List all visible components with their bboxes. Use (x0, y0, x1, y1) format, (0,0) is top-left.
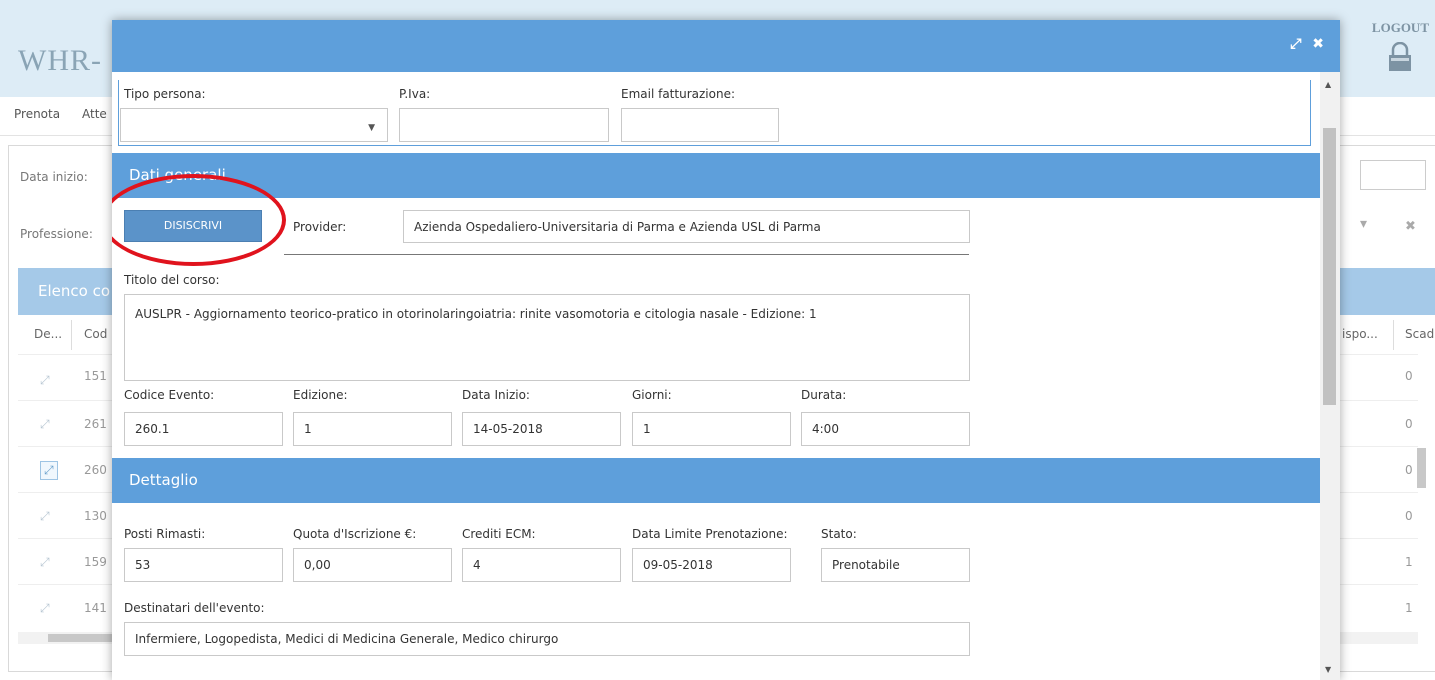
expand-icon[interactable]: ⤢ (40, 373, 50, 388)
scroll-up-arrow-icon[interactable]: ▲ (1325, 80, 1331, 89)
nav-prenota[interactable]: Prenota (14, 107, 60, 121)
durata-value: 4:00 (812, 422, 839, 436)
quota-iscrizione-label: Quota d'Iscrizione €: (293, 527, 417, 541)
email-fatturazione-label: Email fatturazione: (621, 87, 735, 101)
row-value: 0 (1405, 463, 1413, 477)
crediti-ecm-label: Crediti ECM: (462, 527, 536, 541)
edizione-label: Edizione: (293, 388, 348, 402)
provider-field: Azienda Ospedaliero-Universitaria di Par… (403, 210, 970, 243)
posti-rimasti-value: 53 (135, 558, 151, 572)
tipo-persona-label: Tipo persona: (124, 87, 206, 101)
stato-field: Prenotabile (821, 548, 970, 582)
destinatari-label: Destinatari dell'evento: (124, 601, 265, 615)
row-value: 1 (1405, 555, 1413, 569)
column-header-scadenza[interactable]: Scad (1405, 327, 1434, 341)
titolo-corso-field: AUSLPR - Aggiornamento teorico-pratico i… (124, 294, 970, 381)
giorni-label: Giorni: (632, 388, 672, 402)
codice-evento-value: 260.1 (135, 422, 170, 436)
provider-value: Azienda Ospedaliero-Universitaria di Par… (414, 220, 821, 234)
chevron-down-icon[interactable]: ▾ (1360, 216, 1367, 232)
row-code: 151 (84, 369, 107, 383)
durata-label: Durata: (801, 388, 847, 402)
row-value: 0 (1405, 369, 1413, 383)
dettaglio-title: Dettaglio (129, 471, 198, 489)
stato-label: Stato: (821, 527, 857, 541)
quota-iscrizione-value: 0,00 (304, 558, 331, 572)
durata-field: 4:00 (801, 412, 970, 446)
destinatari-value: Infermiere, Logopedista, Medici di Medic… (135, 632, 559, 646)
data-fine-input[interactable] (1360, 160, 1426, 190)
expand-icon[interactable]: ⤢ (40, 417, 50, 432)
close-icon[interactable]: ✖ (1312, 36, 1324, 52)
data-limite-label: Data Limite Prenotazione: (632, 527, 788, 541)
codice-evento-label: Codice Evento: (124, 388, 215, 402)
column-separator (1393, 320, 1394, 350)
divider (284, 254, 969, 255)
provider-label: Provider: (293, 220, 347, 234)
posti-rimasti-field: 53 (124, 548, 283, 582)
data-inizio-filter-label: Data inizio: (20, 170, 88, 184)
highlight-circle (112, 174, 286, 266)
expand-icon[interactable]: ⤢ (40, 461, 58, 480)
titolo-corso-value: AUSLPR - Aggiornamento teorico-pratico i… (135, 307, 817, 321)
data-limite-field: 09-05-2018 (632, 548, 791, 582)
expand-icon[interactable]: ⤢ (40, 555, 50, 570)
dati-generali-header: Dati generali (112, 153, 1320, 198)
row-code: 130 (84, 509, 107, 523)
dettaglio-header: Dettaglio (112, 458, 1320, 503)
quota-iscrizione-field: 0,00 (293, 548, 452, 582)
chevron-down-icon: ▼ (368, 123, 375, 133)
email-fatturazione-input[interactable] (621, 108, 779, 142)
destinatari-field: Infermiere, Logopedista, Medici di Medic… (124, 622, 970, 656)
column-header-dettaglio[interactable]: De... (34, 327, 62, 341)
column-separator (71, 320, 72, 350)
crediti-ecm-field: 4 (462, 548, 621, 582)
giorni-field: 1 (632, 412, 791, 446)
stato-value: Prenotabile (832, 558, 900, 572)
scroll-thumb[interactable] (1417, 448, 1426, 488)
piva-label: P.Iva: (399, 87, 431, 101)
course-detail-modal: ⤢ ✖ Tipo persona: ▼ P.Iva: Email fattura… (112, 20, 1340, 680)
data-inizio-field: 14-05-2018 (462, 412, 621, 446)
row-code: 141 (84, 601, 107, 615)
logout-label: LOGOUT (1371, 20, 1429, 35)
scroll-thumb[interactable] (1323, 128, 1336, 405)
crediti-ecm-value: 4 (473, 558, 481, 572)
logout-button[interactable]: LOGOUT (1372, 20, 1429, 72)
edizione-value: 1 (304, 422, 312, 436)
titolo-corso-label: Titolo del corso: (124, 273, 220, 287)
row-value: 0 (1405, 509, 1413, 523)
column-header-disponibilita[interactable]: ispo... (1342, 327, 1378, 341)
lock-icon (1389, 42, 1412, 71)
edizione-field: 1 (293, 412, 452, 446)
professione-filter-label: Professione: (20, 227, 93, 241)
modal-titlebar: ⤢ ✖ (112, 20, 1340, 72)
clear-icon[interactable]: ✖ (1405, 219, 1416, 234)
row-value: 1 (1405, 601, 1413, 615)
course-list-title: Elenco co (38, 282, 110, 300)
maximize-icon[interactable]: ⤢ (1290, 36, 1301, 52)
expand-icon[interactable]: ⤢ (40, 509, 50, 524)
giorni-value: 1 (643, 422, 651, 436)
posti-rimasti-label: Posti Rimasti: (124, 527, 206, 541)
codice-evento-field: 260.1 (124, 412, 283, 446)
data-limite-value: 09-05-2018 (643, 558, 713, 572)
data-inizio-value: 14-05-2018 (473, 422, 543, 436)
nav-atte[interactable]: Atte (82, 107, 107, 121)
tipo-persona-select[interactable]: ▼ (120, 108, 388, 142)
data-inizio-label: Data Inizio: (462, 388, 530, 402)
table-vertical-scrollbar[interactable] (1414, 370, 1428, 625)
row-code: 260 (84, 463, 107, 477)
piva-input[interactable] (399, 108, 609, 142)
app-logo: WHR- (18, 44, 102, 77)
row-code: 261 (84, 417, 107, 431)
row-value: 0 (1405, 417, 1413, 431)
modal-vertical-scrollbar[interactable]: ▲ ▼ (1320, 72, 1340, 680)
modal-body: Tipo persona: ▼ P.Iva: Email fatturazion… (112, 72, 1320, 680)
column-header-codice[interactable]: Cod (84, 327, 107, 341)
expand-icon[interactable]: ⤢ (40, 601, 50, 616)
row-code: 159 (84, 555, 107, 569)
